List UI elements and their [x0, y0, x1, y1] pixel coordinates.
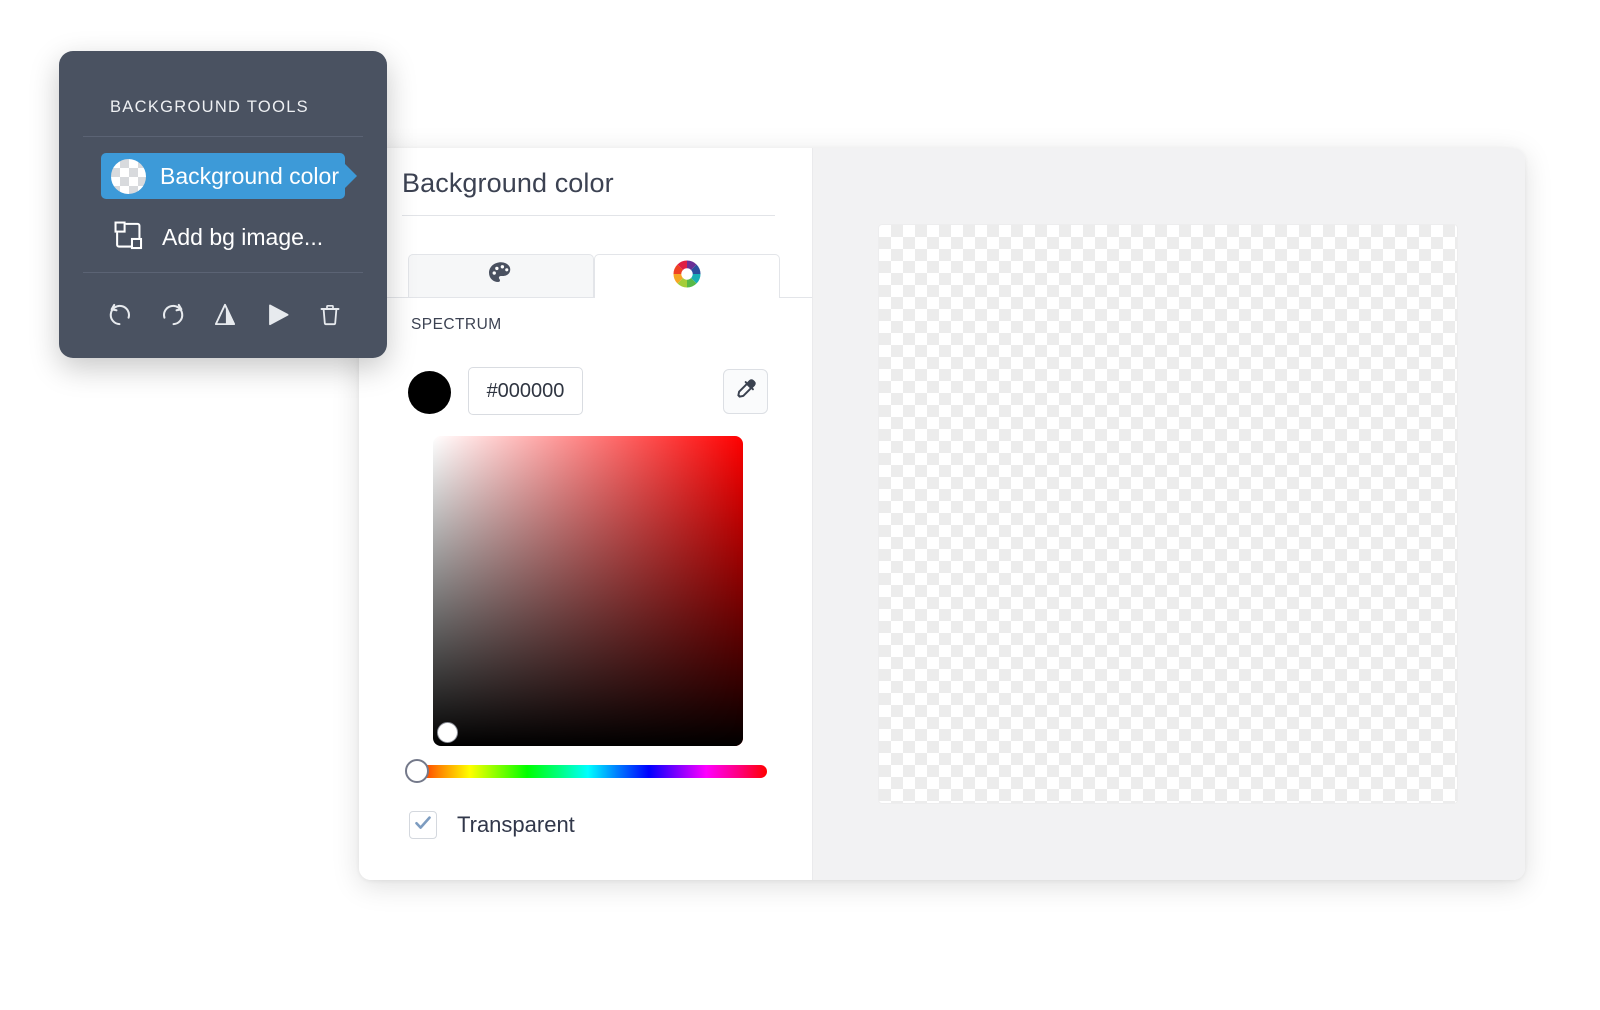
tool-label-background-color: Background color: [160, 162, 339, 189]
transparent-label: Transparent: [457, 812, 575, 837]
transparent-checkbox[interactable]: [409, 811, 437, 839]
transparent-checkbox-row[interactable]: Transparent: [409, 811, 575, 839]
eyedropper-button[interactable]: [723, 369, 768, 414]
saturation-value-handle[interactable]: [437, 722, 458, 743]
flip-horizontal-button[interactable]: [208, 300, 242, 334]
toolbox-divider-bottom: [83, 272, 363, 273]
section-label-spectrum: SPECTRUM: [411, 316, 502, 333]
page-title: Background color: [402, 168, 614, 198]
image-frame-icon: [111, 218, 145, 257]
title-divider: [402, 215, 775, 216]
undo-button[interactable]: [103, 300, 137, 334]
flip-horizontal-icon: [210, 300, 240, 335]
toolbox-divider-top: [83, 136, 363, 137]
tab-palette[interactable]: [408, 254, 594, 298]
canvas-transparent-sheet[interactable]: [879, 225, 1457, 803]
palette-icon: [486, 259, 516, 294]
saturation-value-picker[interactable]: [433, 436, 743, 746]
trash-icon: [316, 301, 344, 334]
color-wheel-icon: [672, 259, 702, 294]
toolbox-action-row: [103, 296, 347, 338]
background-tools-toolbox: BACKGROUND TOOLS Background color Add bg…: [59, 51, 387, 358]
value-gradient: [433, 436, 743, 746]
current-color-swatch[interactable]: [408, 371, 451, 414]
tool-item-add-bg-image[interactable]: Add bg image...: [111, 214, 361, 260]
canvas-area[interactable]: [812, 148, 1525, 880]
eyedropper-icon: [733, 377, 758, 407]
delete-button[interactable]: [313, 300, 347, 334]
undo-icon: [105, 300, 135, 335]
checkmark-icon: [413, 813, 433, 838]
tool-item-background-color[interactable]: Background color: [101, 153, 371, 199]
selected-pointer-arrow: [340, 159, 357, 193]
tab-spectrum[interactable]: [594, 254, 780, 298]
hue-slider-handle[interactable]: [405, 759, 429, 783]
redo-icon: [158, 300, 188, 335]
color-input-row: [408, 367, 814, 419]
hue-slider[interactable]: [405, 759, 767, 783]
redo-button[interactable]: [156, 300, 190, 334]
tab-strip: [408, 254, 812, 298]
app-window: Background color SPECTRUM #000000 Transp…: [359, 148, 1525, 880]
hex-color-input[interactable]: [468, 367, 583, 415]
flip-vertical-icon: [263, 300, 293, 335]
checkerboard-circle-icon: [111, 158, 146, 194]
flip-vertical-button[interactable]: [261, 300, 295, 334]
tool-label-add-bg-image: Add bg image...: [162, 223, 324, 250]
background-color-panel: Background color SPECTRUM #000000 Transp…: [359, 148, 812, 880]
tab-active-baseline-mask: [595, 296, 779, 299]
toolbox-title: BACKGROUND TOOLS: [110, 98, 309, 116]
